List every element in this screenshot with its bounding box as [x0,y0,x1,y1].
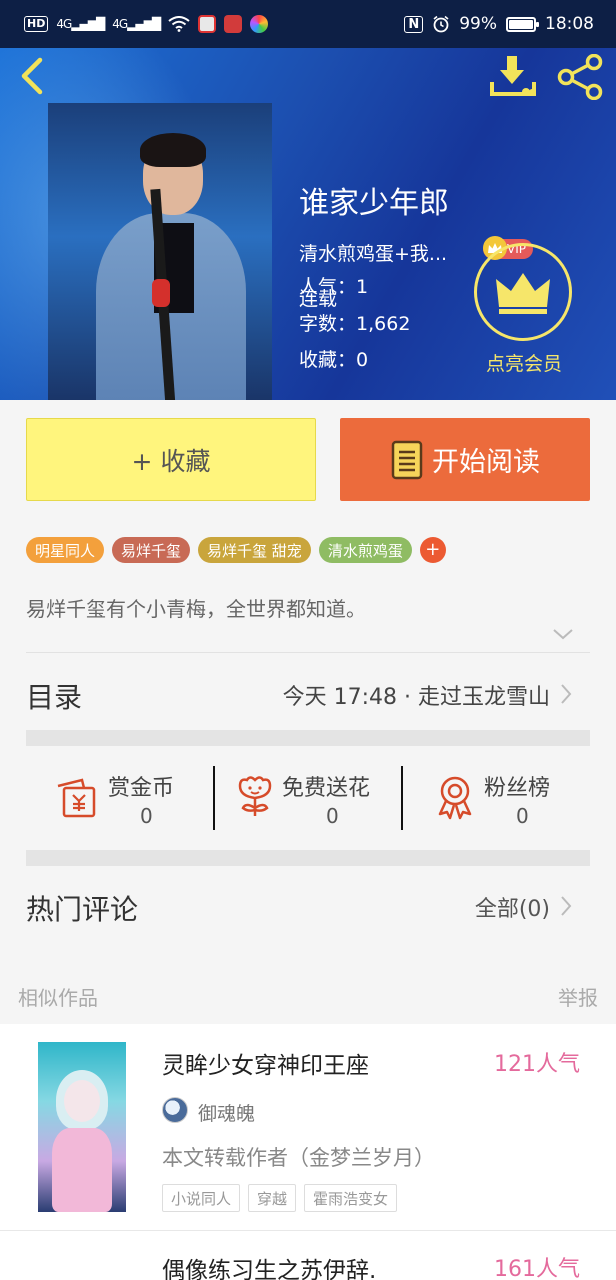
work-description: 本文转载作者（金梦兰岁月） [162,1146,435,1170]
send-flower-label: 免费送花 [282,776,371,801]
send-flower-button[interactable]: 免费送花 0 [226,764,414,832]
book-header: 谁家少年郎 清水煎鸡蛋+我... VIP 连载 人气：1 字数：1,662 收藏… [0,48,616,400]
work-author[interactable]: 御魂魄 [198,1099,255,1126]
divider [213,766,215,830]
work-title[interactable]: 灵眸少女穿神印王座 [162,1046,369,1080]
nfc-icon: N [404,15,424,33]
add-to-collection-button[interactable]: + 收藏 [26,418,316,501]
tag-item[interactable]: 易烊千玺 [112,537,191,563]
book-cover-image[interactable] [48,103,272,400]
reward-coins-label: 赏金币 [108,776,175,801]
signal-icon: 4G▂▄▆█ [56,17,105,31]
stat-word-count: 字数：1,662 [299,313,411,335]
status-bar: HD 4G▂▄▆█ 4G▂▄▆█ N 99% 18:08 [0,0,616,48]
share-icon[interactable] [556,54,606,100]
fan-ranking-button[interactable]: 粉丝榜 0 [416,764,604,832]
reward-coins-button[interactable]: 赏金币 0 [26,764,214,832]
similar-works-title: 相似作品 [18,986,98,1010]
flower-icon [238,776,272,816]
stat-collections: 收藏：0 [299,349,369,371]
divider [401,766,403,830]
hot-comments-title: 热门评论 [26,893,139,926]
alarm-icon [433,15,449,33]
start-reading-label: 开始阅读 [432,447,540,478]
award-ribbon-icon [438,776,472,820]
similar-works-list: 灵眸少女穿神印王座 121人气 御魂魄 本文转载作者（金梦兰岁月） 小说同人 穿… [0,1024,616,1280]
divider [26,652,590,653]
work-popularity: 161人气 [494,1257,580,1280]
list-item[interactable]: 灵眸少女穿神印王座 121人气 御魂魄 本文转载作者（金梦兰岁月） 小说同人 穿… [0,1024,616,1231]
work-title[interactable]: 偶像练习生之苏伊辞. [162,1251,376,1280]
report-link[interactable]: 举报 [558,982,598,1011]
crown-icon [496,273,550,314]
colorful-app-icon [250,15,269,33]
section-separator [26,730,590,746]
member-button[interactable] [474,243,572,341]
member-label[interactable]: 点亮会员 [472,349,576,376]
tag-list: 明星同人 易烊千玺 易烊千玺 甜宠 清水煎鸡蛋 + [26,537,446,563]
book-description: 易烊千玺有个小青梅，全世界都知道。 [26,597,366,621]
hd-indicator: HD [24,16,49,32]
stat-popularity: 人气：1 [299,276,369,298]
send-flower-count: 0 [326,804,339,828]
tag-item[interactable]: 清水煎鸡蛋 [318,537,412,563]
work-tag[interactable]: 穿越 [248,1184,297,1212]
book-title: 谁家少年郎 [299,186,449,221]
catalog-title[interactable]: 目录 [26,676,82,716]
more-tags-button[interactable]: + [419,537,446,563]
signal-icon-2: 4G▂▄▆█ [112,17,161,31]
section-separator [26,850,590,866]
app-notification-icon [198,15,217,33]
work-cover-image[interactable] [38,1042,126,1212]
work-tag[interactable]: 小说同人 [162,1184,241,1212]
work-tag[interactable]: 霍雨浩变女 [304,1184,398,1212]
list-item[interactable]: 偶像练习生之苏伊辞. 161人气 [0,1231,616,1280]
battery-icon [506,16,539,32]
battery-percent: 99% [459,14,497,34]
all-comments-link[interactable]: 全部(0) [475,891,550,923]
tag-item[interactable]: 明星同人 [26,537,105,563]
book-app-icon [224,15,243,33]
back-icon[interactable] [14,56,54,96]
work-popularity: 121人气 [494,1052,580,1077]
chevron-down-icon[interactable] [551,626,575,642]
tag-item[interactable]: 易烊千玺 甜宠 [198,537,311,563]
book-author[interactable]: 清水煎鸡蛋+我... [299,239,447,266]
reward-coins-count: 0 [140,804,153,828]
latest-chapter[interactable]: 今天 17:48 · 走过玉龙雪山 [283,679,550,711]
wifi-icon [168,16,190,32]
start-reading-button[interactable]: 开始阅读 [340,418,590,501]
download-icon[interactable] [488,54,538,98]
work-tags: 小说同人 穿越 霍雨浩变女 [162,1184,398,1212]
fan-ranking-count: 0 [516,804,529,828]
avatar[interactable] [162,1097,188,1123]
fan-ranking-label: 粉丝榜 [484,776,551,801]
clock: 18:08 [545,14,594,34]
red-envelope-icon [57,778,96,818]
book-icon [391,440,423,479]
chevron-right-icon[interactable] [559,682,573,706]
chevron-right-icon[interactable] [559,894,573,918]
